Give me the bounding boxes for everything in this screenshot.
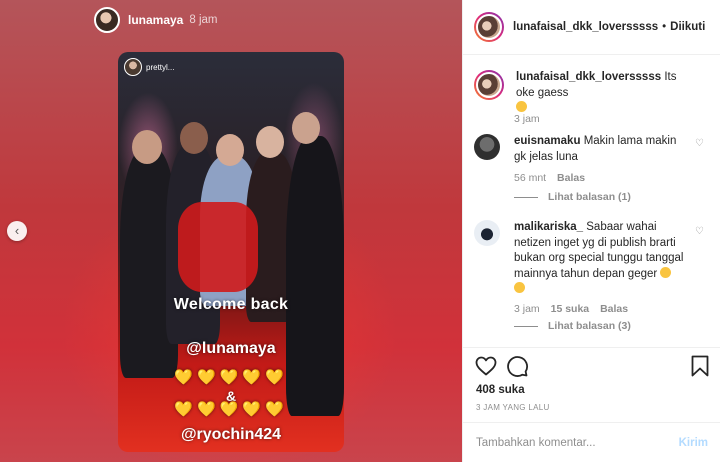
caption-author-avatar[interactable] <box>474 70 504 100</box>
post-media: lunamaya 8 jam prettyl... Welcome back @… <box>0 0 462 462</box>
red-bouquet <box>178 202 258 292</box>
person-face <box>180 122 208 154</box>
reply-dash <box>514 325 538 327</box>
overlay-yellow-hearts: 💛💛💛💛💛 <box>174 401 288 418</box>
following-button[interactable]: Diikuti <box>670 21 705 33</box>
comment-likes-count[interactable]: 15 suka <box>551 303 590 315</box>
story-time: 8 jam <box>189 14 218 26</box>
comments-section[interactable]: lunafaisal_dkk_loversssss Its oke gaess … <box>463 56 720 342</box>
person-face <box>132 130 162 164</box>
post-author-avatar[interactable] <box>474 12 504 42</box>
view-replies-button[interactable]: Lihat balasan (1) <box>514 191 631 203</box>
commenter-avatar[interactable] <box>474 220 500 246</box>
comment-time[interactable]: 56 mnt <box>514 172 546 184</box>
post-details-panel: lunafaisal_dkk_loversssss • Diikuti luna… <box>462 0 720 462</box>
comment-item: euisnamaku Makin lama makin gk jelas lun… <box>474 134 684 165</box>
caption-meta: 3 jam <box>514 113 548 125</box>
overlay-yellow-hearts: 💛💛💛💛💛 <box>174 369 288 386</box>
story-avatar[interactable] <box>94 7 120 33</box>
comment-like-heart-icon[interactable]: ♡ <box>695 226 704 237</box>
chevron-left-icon: ‹ <box>14 223 20 238</box>
comment-like-heart-icon[interactable]: ♡ <box>695 138 704 149</box>
story-header: lunamaya 8 jam <box>94 6 217 34</box>
bookmark-icon[interactable] <box>688 354 712 378</box>
comment-username[interactable]: malikariska_ <box>514 221 583 233</box>
story-username[interactable]: lunamaya <box>128 13 183 27</box>
reply-dash <box>514 196 538 198</box>
post-timestamp[interactable]: 3 JAM YANG LALU <box>476 403 550 412</box>
person-face <box>292 112 320 144</box>
likes-count[interactable]: 408 suka <box>476 384 525 396</box>
person-face <box>216 134 244 166</box>
comment-meta: 56 mnt Balas <box>514 172 585 184</box>
comment-time[interactable]: 3 jam <box>514 303 540 315</box>
reposted-username: prettyl... <box>146 62 175 72</box>
caption: lunafaisal_dkk_loversssss Its oke gaess <box>474 70 686 117</box>
comment-username[interactable]: euisnamaku <box>514 135 580 147</box>
view-replies-label: Lihat balasan (3) <box>548 320 631 332</box>
heart-icon[interactable] <box>474 354 498 378</box>
person-face <box>256 126 284 158</box>
post-comment-button[interactable]: Kirim <box>679 437 708 449</box>
grinning-emoji-icon <box>516 101 527 112</box>
post-header: lunafaisal_dkk_loversssss • Diikuti <box>463 0 720 55</box>
post-actions-bar <box>463 347 720 387</box>
reposted-avatar <box>124 58 142 76</box>
comment-reply-button[interactable]: Balas <box>600 303 628 315</box>
commenter-avatar[interactable] <box>474 134 500 160</box>
add-comment-bar: Kirim <box>463 422 720 462</box>
view-replies-label: Lihat balasan (1) <box>548 191 631 203</box>
caption-time[interactable]: 3 jam <box>514 113 540 125</box>
caption-username[interactable]: lunafaisal_dkk_loversssss <box>516 71 661 83</box>
overlay-mention-ryochin: @ryochin424 <box>180 426 282 443</box>
view-replies-button[interactable]: Lihat balasan (3) <box>514 320 631 332</box>
story-photo: prettyl... Welcome back @lunamaya 💛💛💛💛💛 … <box>118 52 344 452</box>
separator-dot: • <box>662 21 667 33</box>
comment-meta: 3 jam 15 suka Balas <box>514 303 628 315</box>
comment-icon[interactable] <box>505 354 529 378</box>
reposted-story-header: prettyl... <box>124 58 174 76</box>
comment-reply-button[interactable]: Balas <box>557 172 585 184</box>
overlay-welcome-text: Welcome back <box>173 296 289 313</box>
comment-item: malikariska_ Sabaar wahai netizen inget … <box>474 220 684 298</box>
post-author-username[interactable]: lunafaisal_dkk_loversssss <box>513 21 658 33</box>
winking-tongue-emoji-icon <box>660 266 672 278</box>
smiling-emoji-icon <box>514 282 525 293</box>
comment-input[interactable] <box>476 436 679 449</box>
previous-slide-button[interactable]: ‹ <box>7 221 27 241</box>
overlay-mention-lunamaya: @lunamaya <box>186 340 276 357</box>
